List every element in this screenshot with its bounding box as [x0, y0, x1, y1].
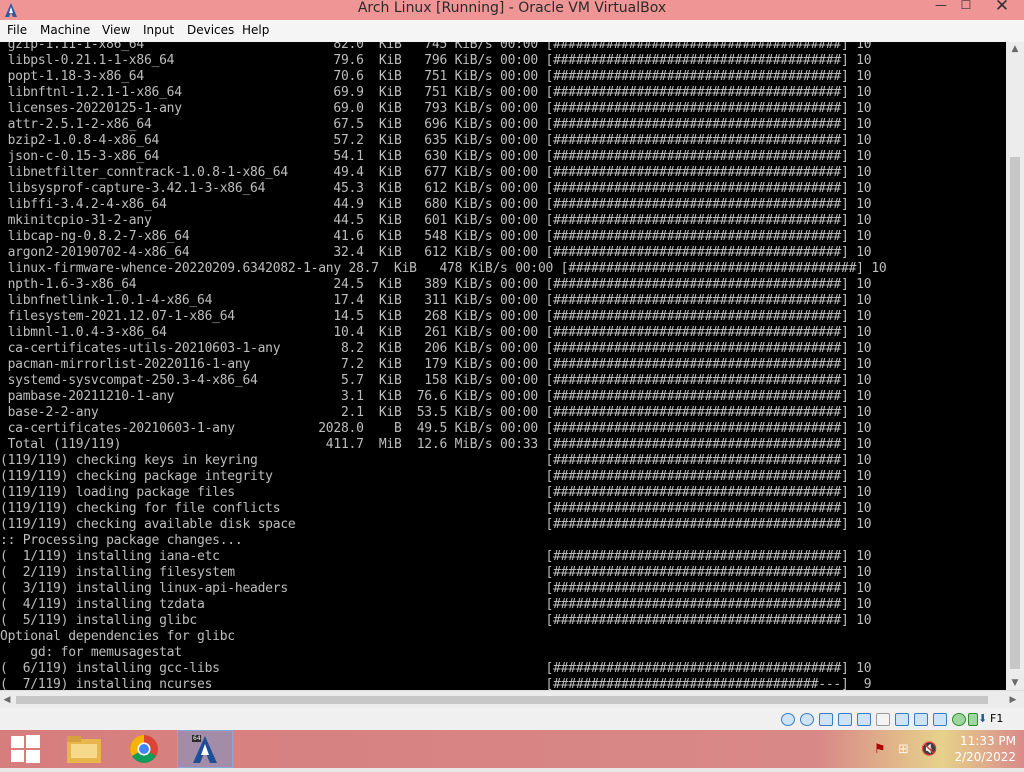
- console-line: (119/119) loading package files [#######…: [0, 485, 872, 500]
- menu-view[interactable]: View: [102, 23, 130, 37]
- menu-file[interactable]: File: [7, 23, 27, 37]
- vm-status-bar: ⬇ F1: [0, 708, 1024, 730]
- console-line: ca-certificates-20210603-1-any 2028.0 B …: [0, 421, 872, 436]
- windows-start-icon[interactable]: [6, 730, 62, 768]
- console-line: ( 7/119) installing ncurses [###########…: [0, 677, 872, 690]
- console-line: systemd-sysvcompat-250.3-4-x86_64 5.7 Ki…: [0, 373, 872, 388]
- keyboard-capture-icon[interactable]: [968, 713, 978, 726]
- console-line: libpsl-0.21.1-1-x86_64 79.6 KiB 796 KiB/…: [0, 53, 872, 68]
- window-title-bar[interactable]: Arch Linux [Running] - Oracle VM Virtual…: [0, 0, 1024, 20]
- menu-machine[interactable]: Machine: [40, 23, 90, 37]
- console-line: argon2-20190702-4-x86_64 32.4 KiB 612 Ki…: [0, 245, 872, 260]
- console-line: libnftnl-1.2.1-1-x86_64 69.9 KiB 751 KiB…: [0, 85, 872, 100]
- console-line: ( 6/119) installing gcc-libs [##########…: [0, 661, 872, 676]
- console-line: licenses-20220125-1-any 69.0 KiB 793 KiB…: [0, 101, 872, 116]
- console-line: gd: for memusagestat: [0, 645, 182, 660]
- taskbar-clock[interactable]: 11:33 PM 2/20/2022: [948, 733, 1016, 765]
- scroll-left-icon[interactable]: ◀: [0, 691, 14, 709]
- scroll-down-icon[interactable]: ▼: [1006, 676, 1024, 690]
- console-line: ca-certificates-utils-20210603-1-any 8.2…: [0, 341, 872, 356]
- virtualbox-icon[interactable]: 64: [177, 730, 233, 768]
- console-line: libffi-3.4.2-4-x86_64 44.9 KiB 680 KiB/s…: [0, 197, 872, 212]
- console-line: mkinitcpio-31-2-any 44.5 KiB 601 KiB/s 0…: [0, 213, 872, 228]
- console-line: bzip2-1.0.8-4-x86_64 57.2 KiB 635 KiB/s …: [0, 133, 872, 148]
- network-status-icon[interactable]: ⊞: [898, 742, 909, 757]
- console-line: ( 1/119) installing iana-etc [##########…: [0, 549, 872, 564]
- video-capture-icon[interactable]: [914, 713, 928, 726]
- menu-help[interactable]: Help: [242, 23, 269, 37]
- horizontal-scroll-thumb[interactable]: [16, 696, 988, 704]
- console-line: ( 3/119) installing linux-api-headers [#…: [0, 581, 872, 596]
- console-line: base-2-2-any 2.1 KiB 53.5 KiB/s 00:00 [#…: [0, 405, 872, 420]
- console-line: libsysprof-capture-3.42.1-3-x86_64 45.3 …: [0, 181, 872, 196]
- menu-input[interactable]: Input: [143, 23, 174, 37]
- shared-folder-icon[interactable]: [876, 713, 890, 726]
- optical-drive-icon[interactable]: [800, 713, 814, 726]
- console-line: libnfnetlink-1.0.1-4-x86_64 17.4 KiB 311…: [0, 293, 872, 308]
- console-line: linux-firmware-whence-20220209.6342082-1…: [0, 261, 887, 276]
- console-line: ( 4/119) installing tzdata [############…: [0, 597, 872, 612]
- console-line: json-c-0.15-3-x86_64 54.1 KiB 630 KiB/s …: [0, 149, 872, 164]
- console-line: gzip-1.11-1-x86_64 82.0 KiB 745 KiB/s 00…: [0, 42, 872, 52]
- vertical-scrollbar[interactable]: ▲ ▼: [1006, 42, 1024, 690]
- console-line: :: Processing package changes...: [0, 533, 243, 548]
- console-line: libnetfilter_conntrack-1.0.8-1-x86_64 49…: [0, 165, 872, 180]
- console-line: libcap-ng-0.8.2-7-x86_64 41.6 KiB 548 Ki…: [0, 229, 872, 244]
- network-icon[interactable]: [838, 713, 852, 726]
- chrome-icon[interactable]: [116, 730, 172, 768]
- console-line: npth-1.6-3-x86_64 24.5 KiB 389 KiB/s 00:…: [0, 277, 872, 292]
- cpu-icon[interactable]: [933, 713, 947, 726]
- maximize-button[interactable]: ☐: [955, 0, 977, 14]
- console-line: Total (119/119) 411.7 MiB 12.6 MiB/s 00:…: [0, 437, 872, 452]
- console-line: (119/119) checking keys in keyring [####…: [0, 453, 872, 468]
- action-center-flag-icon[interactable]: ⚑: [874, 742, 886, 757]
- windows-taskbar: 64 ⚑ ⊞ 🔇 11:33 PM 2/20/2022: [0, 730, 1024, 768]
- vertical-scroll-thumb[interactable]: [1010, 157, 1020, 669]
- volume-muted-icon[interactable]: 🔇: [921, 742, 937, 757]
- console-line: pambase-20211210-1-any 3.1 KiB 76.6 KiB/…: [0, 389, 872, 404]
- host-key-label[interactable]: F1: [990, 712, 1003, 725]
- clock-time: 11:33 PM: [960, 734, 1016, 748]
- clock-date: 2/20/2022: [954, 750, 1016, 764]
- scroll-up-icon[interactable]: ▲: [1006, 42, 1024, 56]
- console-line: filesystem-2021.12.07-1-x86_64 14.5 KiB …: [0, 309, 872, 324]
- console-line: ( 2/119) installing filesystem [########…: [0, 565, 872, 580]
- console-line: pacman-mirrorlist-20220116-1-any 7.2 KiB…: [0, 357, 872, 372]
- scroll-right-icon[interactable]: ▶: [1006, 691, 1020, 709]
- virtualbox-64-badge: 64: [193, 735, 201, 742]
- audio-icon[interactable]: [819, 713, 833, 726]
- console-line: (119/119) checking package integrity [##…: [0, 469, 872, 484]
- host-key-arrow-icon: ⬇: [978, 712, 988, 725]
- console-line: libmnl-1.0.4-3-x86_64 10.4 KiB 261 KiB/s…: [0, 325, 872, 340]
- horizontal-scrollbar[interactable]: ◀ ▶: [0, 690, 1024, 709]
- console-line: popt-1.18-3-x86_64 70.6 KiB 751 KiB/s 00…: [0, 69, 872, 84]
- console-line: (119/119) checking for file conflicts [#…: [0, 501, 872, 516]
- window-title: Arch Linux [Running] - Oracle VM Virtual…: [357, 0, 667, 16]
- console-line: ( 5/119) installing glibc [#############…: [0, 613, 872, 628]
- display-icon[interactable]: [895, 713, 909, 726]
- minimize-button[interactable]: —: [930, 0, 952, 14]
- console-line: Optional dependencies for glibc: [0, 629, 235, 644]
- console-line: attr-2.5.1-2-x86_64 67.5 KiB 696 KiB/s 0…: [0, 117, 872, 132]
- file-explorer-icon[interactable]: [58, 730, 114, 768]
- vm-console-screen[interactable]: gzip-1.11-1-x86_64 82.0 KiB 745 KiB/s 00…: [0, 42, 1006, 690]
- mouse-integration-icon[interactable]: [952, 713, 966, 726]
- menu-devices[interactable]: Devices: [187, 23, 234, 37]
- console-line: (119/119) checking available disk space …: [0, 517, 872, 532]
- close-button[interactable]: ✕: [980, 0, 1024, 15]
- usb-icon[interactable]: [857, 713, 871, 726]
- menu-bar: File Machine View Input Devices Help: [0, 20, 1024, 43]
- hard-disk-icon[interactable]: [781, 713, 795, 726]
